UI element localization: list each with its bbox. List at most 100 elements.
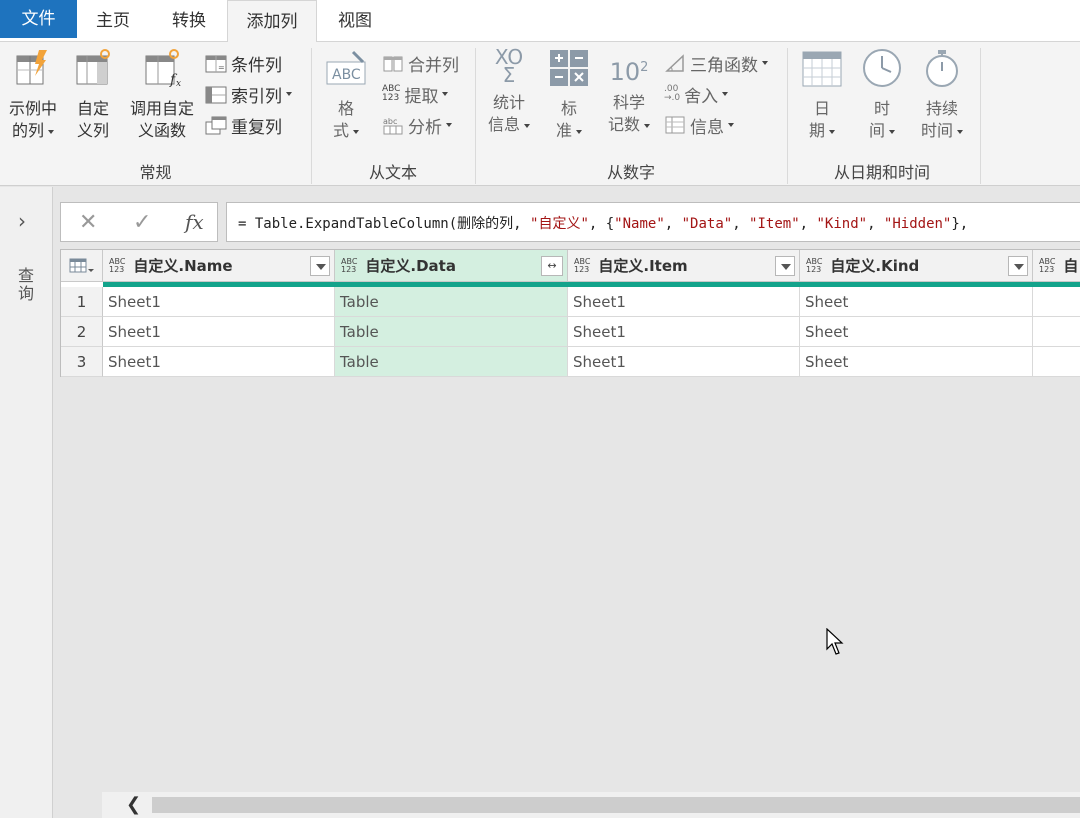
scientific-icon: 102: [609, 58, 649, 86]
table-cell[interactable]: [1033, 287, 1080, 317]
scrollbar-thumb[interactable]: [152, 797, 1080, 813]
ribbon-tab-bar: 文件 主页 转换 添加列 视图: [0, 0, 1080, 43]
expand-column-icon[interactable]: ↔: [541, 256, 563, 276]
duration-button[interactable]: 持续 时间: [914, 48, 970, 142]
index-column-icon: [205, 86, 227, 104]
formula-text: = Table.ExpandTableColumn(删除的列, "自定义", {…: [238, 216, 969, 232]
statistics-icon: XO Σ: [494, 45, 524, 87]
svg-text:=: =: [218, 63, 225, 72]
table-cell[interactable]: [1033, 347, 1080, 377]
table-cell[interactable]: Sheet: [800, 347, 1033, 377]
table-cell[interactable]: Sheet: [800, 317, 1033, 347]
horizontal-scrollbar[interactable]: ❮: [102, 792, 1080, 818]
information-icon: [665, 116, 685, 134]
invoke-function-icon: f x: [145, 49, 181, 89]
group-label-from-text: 从文本: [368, 163, 417, 182]
any-type-icon: ABC 123: [1039, 256, 1056, 274]
table-cell[interactable]: [1033, 317, 1080, 347]
table-cell[interactable]: Table: [335, 317, 568, 347]
group-divider: [980, 48, 981, 184]
query-pane: › 查询: [0, 187, 53, 818]
table-cell[interactable]: Sheet1: [103, 347, 335, 377]
index-column-button[interactable]: 索引列: [205, 80, 292, 108]
table-cell[interactable]: Sheet1: [568, 317, 800, 347]
invoke-custom-function-button[interactable]: f x 调用自定 义函数: [124, 48, 200, 142]
table-menu-button[interactable]: [61, 250, 103, 282]
group-label-from-datetime: 从日期和时间: [833, 163, 930, 182]
row-number[interactable]: 2: [61, 317, 103, 347]
triangle-icon: [665, 54, 684, 72]
conditional-column-button[interactable]: = 条件列: [205, 49, 282, 77]
table-cell[interactable]: Table: [335, 347, 568, 377]
table-icon: [69, 258, 94, 272]
row-number[interactable]: 1: [61, 287, 103, 317]
custom-column-icon: [76, 49, 110, 85]
ribbon: 示例中 的列 自定 义列 f x 调用自定 义函数 = 条件列 索引列 重复列 …: [0, 42, 1080, 186]
table-cell[interactable]: Table: [335, 287, 568, 317]
extract-icon: ABC 123: [382, 84, 401, 103]
table-cell[interactable]: Sheet: [800, 287, 1033, 317]
mouse-pointer-icon: [826, 628, 844, 655]
information-button[interactable]: 信息: [664, 111, 734, 139]
row-number[interactable]: 3: [61, 347, 103, 377]
cancel-formula-icon[interactable]: ✕: [79, 210, 97, 235]
date-button[interactable]: 日 期: [798, 48, 846, 142]
query-pane-title: 查询: [15, 267, 34, 303]
trigonometry-button[interactable]: 三角函数: [664, 49, 768, 77]
column-filter-dropdown[interactable]: [775, 256, 795, 276]
any-type-icon: ABC 123: [341, 256, 358, 274]
table-cell[interactable]: Sheet1: [568, 347, 800, 377]
column-from-examples-button[interactable]: 示例中 的列: [4, 48, 62, 142]
parse-button[interactable]: abc 分析: [382, 111, 452, 139]
calendar-icon: [802, 51, 842, 87]
duplicate-column-icon: [205, 116, 227, 135]
formula-bar-input[interactable]: = Table.ExpandTableColumn(删除的列, "自定义", {…: [226, 202, 1080, 242]
table-cell[interactable]: Sheet1: [568, 287, 800, 317]
svg-text:x: x: [176, 79, 181, 88]
standard-button[interactable]: 标 准: [544, 48, 594, 142]
column-filter-dropdown[interactable]: [310, 256, 330, 276]
column-header-name[interactable]: ABC 123 自定义.Name: [103, 250, 335, 282]
any-type-icon: ABC 123: [574, 256, 591, 274]
tab-add-column[interactable]: 添加列: [227, 0, 317, 43]
rounding-icon: .00 →.0: [664, 84, 681, 103]
merge-columns-button[interactable]: 合并列: [382, 49, 459, 77]
table-cell[interactable]: Sheet1: [103, 287, 335, 317]
commit-formula-icon[interactable]: ✓: [133, 210, 151, 235]
scientific-button[interactable]: 102 科学 记数: [602, 48, 656, 136]
extract-button[interactable]: ABC 123 提取: [382, 80, 449, 108]
rounding-button[interactable]: .00 →.0 舍入: [664, 80, 729, 108]
duplicate-column-button[interactable]: 重复列: [205, 111, 282, 139]
data-grid: ABC 123 自定义.Name ABC 123 自定义.Data ↔ ABC 123…: [60, 249, 1080, 377]
svg-text:ABC: ABC: [332, 67, 361, 83]
custom-column-button[interactable]: 自定 义列: [72, 48, 114, 142]
tab-transform[interactable]: 转换: [155, 0, 223, 42]
svg-text:abc: abc: [383, 117, 397, 126]
group-label-general: 常规: [139, 163, 172, 182]
column-header-kind[interactable]: ABC 123 自定义.Kind: [800, 250, 1033, 282]
group-label-from-number: 从数字: [606, 163, 655, 182]
format-button[interactable]: ABC 格 式: [320, 48, 372, 142]
tab-file[interactable]: 文件: [0, 0, 77, 38]
column-header-data[interactable]: ABC 123 自定义.Data ↔: [335, 250, 568, 282]
conditional-column-icon: =: [205, 55, 227, 73]
formula-controls: ✕ ✓ fx: [60, 202, 218, 242]
time-button[interactable]: 时 间: [858, 48, 906, 142]
standard-operations-icon: [550, 50, 588, 86]
tab-view[interactable]: 视图: [322, 0, 388, 42]
any-type-icon: ABC 123: [109, 256, 126, 274]
column-header-hidden[interactable]: ABC 123 自: [1033, 250, 1080, 282]
statistics-button[interactable]: XO Σ 统计 信息: [482, 45, 536, 136]
expand-pane-chevron-icon[interactable]: ›: [18, 209, 26, 233]
insert-function-icon[interactable]: fx: [185, 210, 204, 234]
parse-icon: abc: [383, 117, 403, 135]
column-filter-dropdown[interactable]: [1008, 256, 1028, 276]
table-cell[interactable]: Sheet1: [103, 317, 335, 347]
tab-home[interactable]: 主页: [80, 0, 146, 42]
stopwatch-icon: [926, 50, 958, 87]
scroll-left-arrow-icon[interactable]: ❮: [126, 794, 141, 815]
merge-columns-icon: [383, 56, 403, 72]
column-header-item[interactable]: ABC 123 自定义.Item: [568, 250, 800, 282]
column-from-examples-icon: [16, 50, 47, 85]
format-text-icon: ABC: [326, 50, 366, 85]
